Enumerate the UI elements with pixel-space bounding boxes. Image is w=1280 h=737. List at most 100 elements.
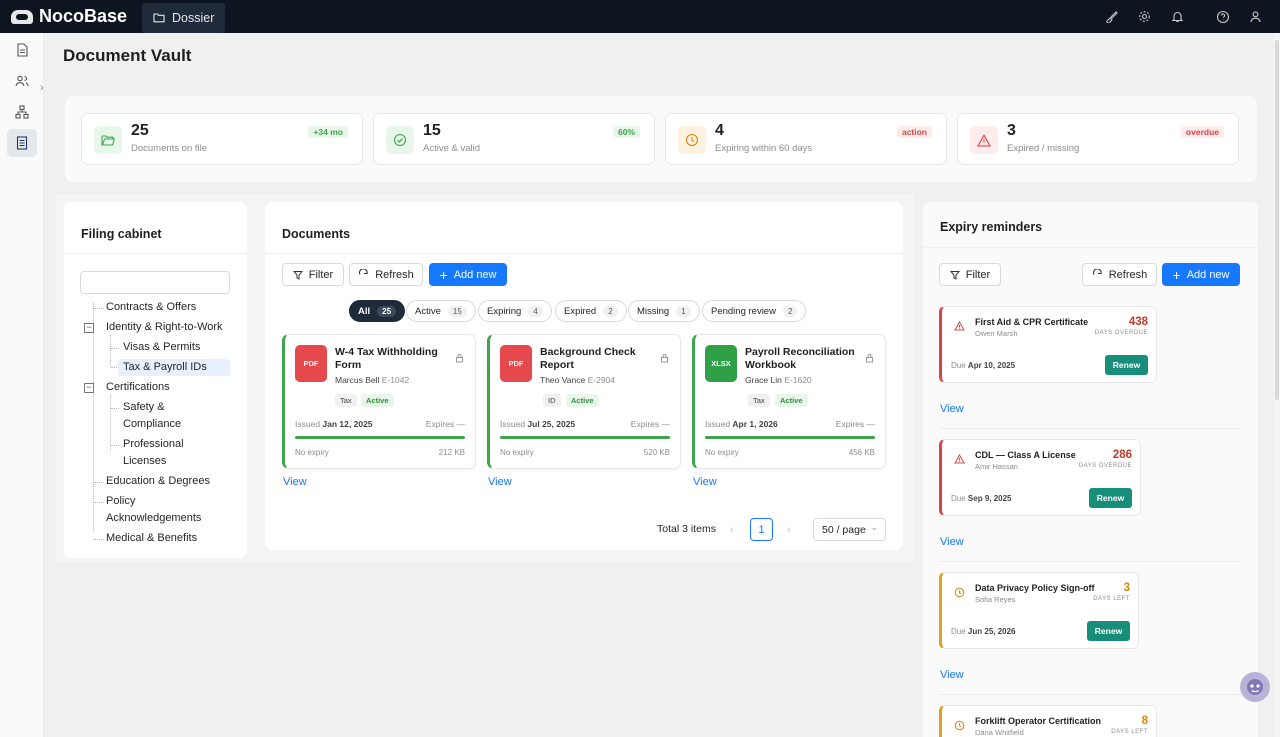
theme-brush-icon[interactable] xyxy=(1095,0,1128,33)
tree-node-professional-line2[interactable]: Licenses xyxy=(123,453,166,470)
ai-assistant-avatar-icon[interactable] xyxy=(1240,672,1270,702)
refresh-button[interactable]: Refresh xyxy=(349,263,423,286)
tree-node-tax-payroll[interactable]: Tax & Payroll IDs xyxy=(118,359,230,376)
tree-node-policy-line2[interactable]: Acknowledgements xyxy=(106,510,201,527)
reminder-card[interactable]: CDL — Class A License Amir Hassan 286 DA… xyxy=(939,439,1141,516)
folder-open-icon xyxy=(94,126,122,154)
rail-documents-icon[interactable] xyxy=(7,36,37,64)
reminders-add-new-button[interactable]: + Add new xyxy=(1162,263,1240,286)
help-icon[interactable] xyxy=(1206,0,1239,33)
issued-date: Issued Apr 1, 2026 xyxy=(705,419,778,429)
filter-button[interactable]: Filter xyxy=(282,263,344,286)
tree-node-education[interactable]: Education & Degrees xyxy=(106,473,210,490)
status-badge: Active xyxy=(566,394,599,407)
employee-id: E-2904 xyxy=(587,375,616,385)
reminder-card[interactable]: Data Privacy Policy Sign-off Sofia Reyes… xyxy=(939,572,1139,649)
page-scrollbar-thumb[interactable] xyxy=(1275,40,1279,400)
document-card[interactable]: PDF W-4 Tax Withholding Form Marcus Bell… xyxy=(282,334,476,469)
employee-id: E-1042 xyxy=(381,375,410,385)
stat-card-documents[interactable]: 25 Documents on file +34 mo xyxy=(81,113,363,165)
stat-value: 15 xyxy=(423,122,441,139)
issued-date: Issued Jul 25, 2025 xyxy=(500,419,575,429)
reminder-days-unit: DAYS OVERDUE xyxy=(1094,330,1148,336)
rail-expand-chevron-icon[interactable]: › xyxy=(40,82,44,94)
tree-node-visas[interactable]: Visas & Permits xyxy=(123,339,200,356)
reminder-title: Data Privacy Policy Sign-off xyxy=(975,583,1095,593)
segment-count: 4 xyxy=(528,305,543,317)
logo-mark-icon xyxy=(11,9,33,24)
tree-node-certifications[interactable]: Certifications xyxy=(106,379,170,396)
segment-label: Active xyxy=(415,305,441,317)
rail-vault-icon[interactable] xyxy=(7,129,37,157)
stat-card-expired[interactable]: 3 Expired / missing overdue xyxy=(957,113,1239,165)
reminders-filter-button[interactable]: Filter xyxy=(939,263,1001,286)
segment-expiring[interactable]: Expiring 4 xyxy=(478,300,552,322)
document-card[interactable]: XLSX Payroll Reconciliation Workbook Gra… xyxy=(692,334,886,469)
issued-value: Jan 12, 2025 xyxy=(322,419,373,429)
expires-value: Expires — xyxy=(630,419,670,429)
pdf-file-icon: PDF xyxy=(500,345,532,382)
nav-item-dossier[interactable]: Dossier xyxy=(142,2,226,33)
segment-count: 15 xyxy=(447,305,467,317)
notification-bell-icon[interactable] xyxy=(1161,0,1194,33)
settings-gear-icon[interactable] xyxy=(1128,0,1161,33)
tree-node-policy-line1[interactable]: Policy xyxy=(106,493,135,510)
page-size-select[interactable]: 50 / page ⌄ xyxy=(813,518,886,541)
tree-node-medical[interactable]: Medical & Benefits xyxy=(106,530,197,547)
documents-panel: Documents Filter Refresh + Add new All 25… xyxy=(265,202,903,550)
next-page-chevron-icon[interactable]: › xyxy=(787,524,791,536)
pdf-file-icon: PDF xyxy=(295,345,327,382)
validity-progress-fill xyxy=(500,436,670,439)
prev-page-chevron-icon[interactable]: ‹ xyxy=(730,524,734,536)
reminder-card[interactable]: First Aid & CPR Certificate Owen Marsh 4… xyxy=(939,306,1157,383)
renew-button[interactable]: Renew xyxy=(1105,355,1148,375)
tree-collapse-toggle[interactable]: − xyxy=(84,323,94,333)
view-link[interactable]: View xyxy=(940,403,964,415)
segment-active[interactable]: Active 15 xyxy=(406,300,476,322)
tree-search-input[interactable] xyxy=(80,271,230,294)
page-button-current[interactable]: 1 xyxy=(750,518,773,541)
app-logo[interactable]: NocoBase xyxy=(0,0,142,33)
document-card[interactable]: PDF Background Check Report Theo Vance E… xyxy=(487,334,681,469)
tree-collapse-toggle[interactable]: − xyxy=(84,383,94,393)
view-link[interactable]: View xyxy=(488,476,512,488)
tree-node-professional-line1[interactable]: Professional xyxy=(123,436,184,453)
clock-icon xyxy=(954,587,965,598)
view-link[interactable]: View xyxy=(693,476,717,488)
segment-pending-review[interactable]: Pending review 2 xyxy=(702,300,807,322)
warning-icon xyxy=(954,454,965,464)
renew-button[interactable]: Renew xyxy=(1087,621,1130,641)
tree-node-safety-line2[interactable]: Compliance xyxy=(123,416,181,433)
issued-label: Issued xyxy=(295,419,321,429)
segment-expired[interactable]: Expired 2 xyxy=(555,300,627,322)
stat-card-active[interactable]: 15 Active & valid 60% xyxy=(373,113,655,165)
tree-node-contracts[interactable]: Contracts & Offers xyxy=(106,299,196,316)
add-new-button[interactable]: + Add new xyxy=(429,263,507,286)
segment-label: Expiring xyxy=(487,305,522,317)
segment-all[interactable]: All 25 xyxy=(349,300,406,322)
view-link[interactable]: View xyxy=(940,669,964,681)
tree-node-safety-line1[interactable]: Safety & xyxy=(123,399,165,416)
stat-value: 3 xyxy=(1007,122,1016,139)
rail-people-icon[interactable] xyxy=(7,67,37,95)
tree-node-identity[interactable]: Identity & Right-to-Work xyxy=(106,319,223,336)
lock-icon xyxy=(456,354,463,363)
due-value: Jun 25, 2026 xyxy=(967,627,1016,636)
rail-org-chart-icon[interactable] xyxy=(7,98,37,126)
refresh-label: Refresh xyxy=(1108,268,1148,281)
reminder-card[interactable]: Forklift Operator Certification Dana Whi… xyxy=(939,705,1157,737)
user-profile-icon[interactable] xyxy=(1239,0,1272,33)
segment-label: Expired xyxy=(564,305,597,317)
document-owner: Theo Vance E-2904 xyxy=(540,375,615,385)
stat-value: 4 xyxy=(715,122,724,139)
view-link[interactable]: View xyxy=(940,536,964,548)
logo-text: NocoBase xyxy=(39,6,128,26)
reminders-refresh-button[interactable]: Refresh xyxy=(1082,263,1157,286)
renew-button[interactable]: Renew xyxy=(1089,488,1132,508)
chevron-down-icon: ⌄ xyxy=(870,522,878,532)
page-title: Document Vault xyxy=(63,46,192,65)
view-link[interactable]: View xyxy=(283,476,307,488)
segment-missing[interactable]: Missing 1 xyxy=(628,300,700,322)
stat-card-expiring[interactable]: 4 Expiring within 60 days action xyxy=(665,113,947,165)
employee-id: E-1620 xyxy=(784,375,812,385)
